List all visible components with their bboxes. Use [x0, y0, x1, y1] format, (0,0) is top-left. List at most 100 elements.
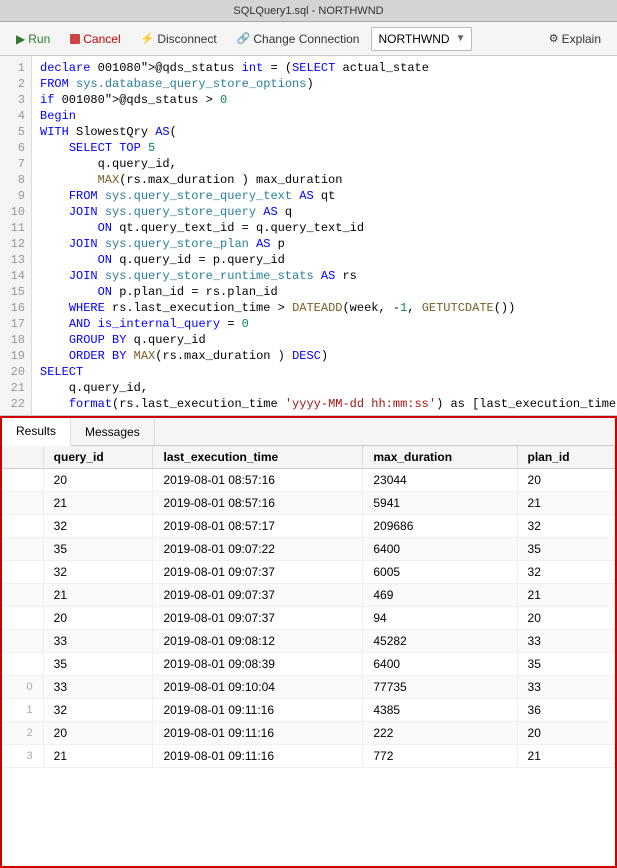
table-cell-plan_id: 21: [517, 492, 614, 515]
column-header-max_duration: max_duration: [363, 446, 517, 469]
table-row: 322019-08-01 08:57:1720968632: [2, 515, 615, 538]
table-row: 1322019-08-01 09:11:16438536: [2, 699, 615, 722]
table-row: 3212019-08-01 09:11:1677221: [2, 745, 615, 768]
row-number-cell: [2, 538, 43, 561]
table-cell-max_duration: 209686: [363, 515, 517, 538]
row-number-cell: [2, 653, 43, 676]
table-cell-max_duration: 6005: [363, 561, 517, 584]
table-cell-query_id: 35: [43, 538, 153, 561]
table-cell-max_duration: 5941: [363, 492, 517, 515]
change-connection-label: Change Connection: [253, 32, 359, 46]
table-cell-max_duration: 6400: [363, 538, 517, 561]
table-cell-last_execution_time: 2019-08-01 09:11:16: [153, 722, 363, 745]
run-button[interactable]: ▶ Run: [8, 28, 58, 50]
connection-dropdown[interactable]: NORTHWND ▼: [371, 27, 472, 51]
table-cell-max_duration: 23044: [363, 469, 517, 492]
results-tabs: Results Messages: [2, 418, 615, 446]
column-header-query_id: query_id: [43, 446, 153, 469]
table-cell-last_execution_time: 2019-08-01 09:08:12: [153, 630, 363, 653]
row-number-cell: [2, 584, 43, 607]
table-cell-plan_id: 32: [517, 515, 614, 538]
row-number-header: [2, 446, 43, 469]
row-number-cell: 0: [2, 676, 43, 699]
table-cell-query_id: 32: [43, 561, 153, 584]
table-cell-plan_id: 35: [517, 653, 614, 676]
table-cell-plan_id: 20: [517, 607, 614, 630]
results-table-container[interactable]: query_idlast_execution_timemax_durationp…: [2, 446, 615, 866]
table-cell-last_execution_time: 2019-08-01 08:57:16: [153, 469, 363, 492]
tab-results[interactable]: Results: [2, 418, 71, 446]
row-number-cell: [2, 561, 43, 584]
table-cell-query_id: 21: [43, 584, 153, 607]
cancel-label: Cancel: [83, 32, 120, 46]
table-cell-last_execution_time: 2019-08-01 08:57:16: [153, 492, 363, 515]
disconnect-label: Disconnect: [157, 32, 216, 46]
disconnect-button[interactable]: ⚡ Disconnect: [133, 28, 225, 50]
table-cell-last_execution_time: 2019-08-01 09:11:16: [153, 745, 363, 768]
change-connection-button[interactable]: 🔗 Change Connection: [229, 28, 368, 50]
table-cell-query_id: 32: [43, 515, 153, 538]
table-cell-query_id: 33: [43, 630, 153, 653]
tab-messages[interactable]: Messages: [71, 418, 155, 445]
table-cell-plan_id: 21: [517, 584, 614, 607]
table-cell-last_execution_time: 2019-08-01 09:07:22: [153, 538, 363, 561]
table-cell-plan_id: 33: [517, 676, 614, 699]
table-cell-plan_id: 20: [517, 469, 614, 492]
explain-button[interactable]: ⚙ Explain: [541, 28, 609, 50]
line-numbers: 12345678910111213141516171819202122: [0, 56, 32, 415]
table-cell-max_duration: 469: [363, 584, 517, 607]
table-cell-query_id: 21: [43, 745, 153, 768]
row-number-cell: [2, 492, 43, 515]
table-row: 352019-08-01 09:07:22640035: [2, 538, 615, 561]
table-cell-query_id: 20: [43, 722, 153, 745]
table-row: 352019-08-01 09:08:39640035: [2, 653, 615, 676]
cancel-button[interactable]: Cancel: [62, 28, 128, 50]
change-connection-icon: 🔗: [237, 32, 251, 45]
table-row: 2202019-08-01 09:11:1622220: [2, 722, 615, 745]
cancel-icon: [70, 34, 80, 44]
results-panel: Results Messages query_idlast_execution_…: [0, 416, 617, 868]
table-cell-last_execution_time: 2019-08-01 09:07:37: [153, 561, 363, 584]
table-cell-query_id: 20: [43, 469, 153, 492]
table-cell-max_duration: 94: [363, 607, 517, 630]
table-cell-query_id: 32: [43, 699, 153, 722]
table-header: query_idlast_execution_timemax_durationp…: [2, 446, 615, 469]
table-cell-max_duration: 222: [363, 722, 517, 745]
table-cell-max_duration: 4385: [363, 699, 517, 722]
table-cell-last_execution_time: 2019-08-01 08:57:17: [153, 515, 363, 538]
table-cell-plan_id: 35: [517, 538, 614, 561]
explain-label: Explain: [562, 32, 601, 46]
table-cell-plan_id: 21: [517, 745, 614, 768]
table-cell-plan_id: 36: [517, 699, 614, 722]
table-row: 212019-08-01 08:57:16594121: [2, 492, 615, 515]
dropdown-arrow-icon: ▼: [456, 33, 466, 44]
table-cell-last_execution_time: 2019-08-01 09:11:16: [153, 699, 363, 722]
table-cell-max_duration: 77735: [363, 676, 517, 699]
table-row: 212019-08-01 09:07:3746921: [2, 584, 615, 607]
title-bar: SQLQuery1.sql - NORTHWND: [0, 0, 617, 22]
table-cell-query_id: 33: [43, 676, 153, 699]
table-cell-last_execution_time: 2019-08-01 09:07:37: [153, 584, 363, 607]
code-editor: 12345678910111213141516171819202122 decl…: [0, 56, 617, 416]
table-row: 332019-08-01 09:08:124528233: [2, 630, 615, 653]
disconnect-icon: ⚡: [141, 32, 155, 45]
run-label: Run: [28, 32, 50, 46]
toolbar: ▶ Run Cancel ⚡ Disconnect 🔗 Change Conne…: [0, 22, 617, 56]
table-cell-last_execution_time: 2019-08-01 09:10:04: [153, 676, 363, 699]
table-cell-last_execution_time: 2019-08-01 09:07:37: [153, 607, 363, 630]
table-cell-query_id: 20: [43, 607, 153, 630]
table-row: 322019-08-01 09:07:37600532: [2, 561, 615, 584]
row-number-cell: [2, 515, 43, 538]
table-cell-max_duration: 772: [363, 745, 517, 768]
run-icon: ▶: [16, 32, 25, 46]
code-content[interactable]: declare 001080">@qds_status int = (SELEC…: [32, 56, 617, 415]
column-header-plan_id: plan_id: [517, 446, 614, 469]
results-table: query_idlast_execution_timemax_durationp…: [2, 446, 615, 768]
table-cell-plan_id: 33: [517, 630, 614, 653]
table-body: 202019-08-01 08:57:162304420212019-08-01…: [2, 469, 615, 768]
column-header-last_execution_time: last_execution_time: [153, 446, 363, 469]
table-row: 0332019-08-01 09:10:047773533: [2, 676, 615, 699]
table-cell-max_duration: 6400: [363, 653, 517, 676]
title-bar-text: SQLQuery1.sql - NORTHWND: [8, 5, 609, 17]
table-cell-plan_id: 20: [517, 722, 614, 745]
